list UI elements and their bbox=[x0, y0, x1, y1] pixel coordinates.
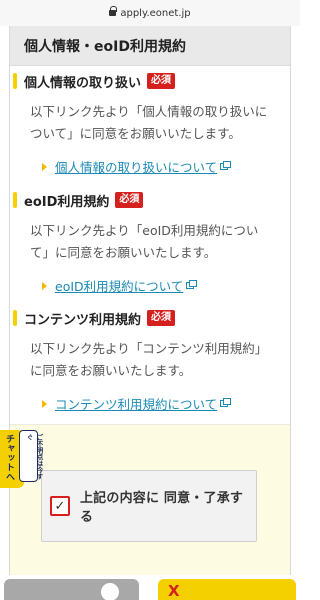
arrow-right-icon bbox=[42, 162, 47, 171]
footer-right-button[interactable]: X bbox=[158, 579, 296, 600]
required-badge: 必須 bbox=[147, 73, 176, 89]
external-link-icon bbox=[220, 161, 232, 170]
content-terms-link[interactable]: コンテンツ利用規約について bbox=[55, 394, 217, 413]
eoid-terms-link[interactable]: eoID利用規約について bbox=[55, 276, 183, 295]
x-icon: X bbox=[168, 582, 180, 600]
circle-icon bbox=[101, 583, 119, 600]
required-badge: 必須 bbox=[147, 310, 176, 326]
block-description: 以下リンク先より「コンテンツ利用規約」に同意をお願いいたします。 bbox=[30, 341, 268, 378]
agree-checkbox-row[interactable]: ✓ 上記の内容に 同意・了承する bbox=[41, 470, 257, 542]
content-terms-block: コンテンツ利用規約 必須 以下リンク先より「コンテンツ利用規約」に同意をお願いい… bbox=[10, 308, 290, 413]
url-text: apply.eonet.jp bbox=[120, 7, 191, 19]
agree-checkbox[interactable]: ✓ bbox=[50, 496, 70, 516]
block-description: 以下リンク先より「eoID利用規約について」に同意をお願いいたします。 bbox=[30, 223, 259, 260]
link-row: 個人情報の取り扱いについて bbox=[24, 157, 276, 176]
block-title-text: コンテンツ利用規約 bbox=[24, 312, 142, 328]
section-title: 個人情報・eoID利用規約 bbox=[10, 26, 290, 66]
block-title: eoID利用規約 必須 bbox=[13, 190, 276, 210]
yellow-bar-icon bbox=[13, 310, 17, 326]
lock-icon bbox=[109, 6, 118, 18]
block-title: 個人情報の取り扱い 必須 bbox=[13, 71, 276, 91]
arrow-right-icon bbox=[42, 281, 47, 290]
yellow-bar-icon bbox=[13, 192, 17, 208]
block-description: 以下リンク先より「個人情報の取り扱いについて」に同意をお願いいたします。 bbox=[30, 104, 268, 141]
block-title-text: 個人情報の取り扱い bbox=[24, 75, 142, 91]
footer-left-button[interactable] bbox=[4, 579, 139, 600]
external-link-icon bbox=[186, 280, 198, 289]
external-link-icon bbox=[220, 398, 232, 407]
arrow-right-icon bbox=[42, 399, 47, 408]
link-row: eoID利用規約について bbox=[24, 276, 276, 295]
link-row: コンテンツ利用規約について bbox=[24, 394, 276, 413]
privacy-block: 個人情報の取り扱い 必須 以下リンク先より「個人情報の取り扱いについて」に同意を… bbox=[10, 71, 290, 176]
chat-sublabel: ご不明点は今すぐ bbox=[25, 434, 43, 480]
agreement-area: ✓ 上記の内容に 同意・了承する bbox=[10, 424, 290, 600]
agree-label[interactable]: 上記の内容に 同意・了承する bbox=[80, 487, 256, 525]
required-badge: 必須 bbox=[115, 192, 144, 208]
eoid-terms-block: eoID利用規約 必須 以下リンク先より「eoID利用規約について」に同意をお願… bbox=[10, 190, 290, 295]
privacy-policy-link[interactable]: 個人情報の取り扱いについて bbox=[55, 157, 217, 176]
chat-button[interactable]: チャットへ ご不明点は今すぐ bbox=[0, 430, 43, 488]
block-title: コンテンツ利用規約 必須 bbox=[13, 308, 276, 328]
chat-label: チャットへ bbox=[4, 434, 14, 482]
chat-sublabel-box: ご不明点は今すぐ bbox=[19, 430, 43, 482]
block-title-text: eoID利用規約 bbox=[24, 194, 110, 210]
footer-bar: X bbox=[0, 575, 300, 600]
consent-panel: 個人情報・eoID利用規約 個人情報の取り扱い 必須 以下リンク先より「個人情報… bbox=[9, 26, 291, 600]
browser-url-bar[interactable]: apply.eonet.jp bbox=[0, 0, 300, 26]
yellow-bar-icon bbox=[13, 73, 17, 89]
